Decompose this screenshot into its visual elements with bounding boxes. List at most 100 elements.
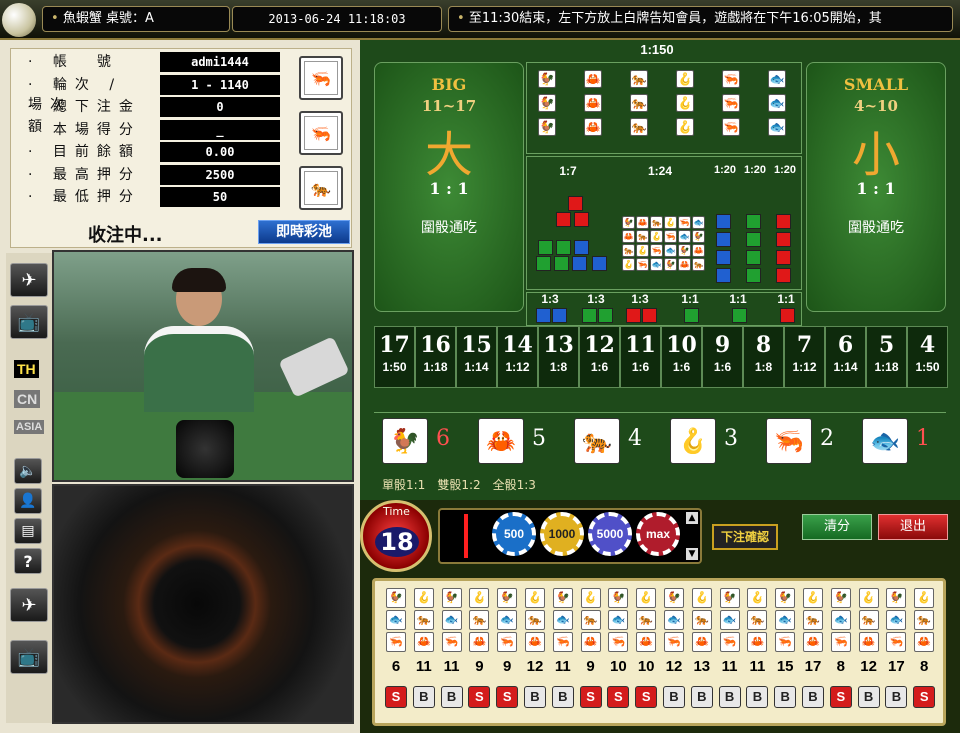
double-die[interactable] [776,232,791,247]
triple-gourd-icon[interactable]: 🪝 [676,118,694,136]
triple-rooster-icon[interactable]: 🐓 [538,94,556,112]
total-bet-4[interactable]: 4 1:50 [907,326,948,388]
combo-die[interactable] [572,256,587,271]
triple-tiger-icon[interactable]: 🐅 [630,94,648,112]
triple-fish-icon[interactable]: 🐟 [768,118,786,136]
total-bet-17[interactable]: 17 1:50 [374,326,415,388]
combo-fish-icon[interactable]: 🐟 [650,258,663,271]
pair-die[interactable] [684,308,699,323]
combo-crab-icon[interactable]: 🦀 [636,216,649,229]
triple-shrimp-icon[interactable]: 🦐 [722,70,740,88]
double-die[interactable] [776,250,791,265]
combo-die[interactable] [556,240,571,255]
combo-die[interactable] [568,196,583,211]
combo-crab-icon[interactable]: 🦀 [678,258,691,271]
triple-bets-area[interactable] [526,62,802,154]
jackpot-button[interactable]: 即時彩池 [258,220,350,244]
airplane-icon[interactable]: ✈ [10,263,48,297]
double-die[interactable] [746,214,761,229]
lang-asia[interactable]: ASIA [14,420,45,434]
total-bet-6[interactable]: 6 1:14 [825,326,866,388]
combo-die[interactable] [556,212,571,227]
scroll-down-icon[interactable]: ▼ [686,548,698,560]
tv-icon-2[interactable]: 📺 [10,640,48,674]
total-bet-9[interactable]: 9 1:6 [702,326,743,388]
triple-gourd-icon[interactable]: 🪝 [676,70,694,88]
total-bet-13[interactable]: 13 1:8 [538,326,579,388]
triple-rooster-icon[interactable]: 🐓 [538,70,556,88]
combo-die[interactable] [592,256,607,271]
double-die[interactable] [716,250,731,265]
combo-shrimp-icon[interactable]: 🦐 [650,244,663,257]
pair-die[interactable] [536,308,551,323]
total-bet-12[interactable]: 12 1:6 [579,326,620,388]
chip-5000[interactable]: 5000 [588,512,632,556]
combo-fish-icon[interactable]: 🐟 [664,244,677,257]
pair-die[interactable] [582,308,597,323]
combo-gourd-icon[interactable]: 🪝 [664,216,677,229]
big-bet-area[interactable]: BIG 11~17 大 1 : 1 圍骰通吃 [374,62,524,312]
combo-tiger-icon[interactable]: 🐅 [622,244,635,257]
confirm-bet-button[interactable]: 下注確認 [712,524,778,550]
chip-1000[interactable]: 1000 [540,512,584,556]
double-die[interactable] [746,250,761,265]
help-icon[interactable]: ? [14,548,42,574]
exit-button[interactable]: 退出 [878,514,948,540]
triple-gourd-icon[interactable]: 🪝 [676,94,694,112]
combo-die[interactable] [574,212,589,227]
triple-crab-icon[interactable]: 🦀 [584,70,602,88]
tv-icon[interactable]: 📺 [10,305,48,339]
total-bet-11[interactable]: 11 1:6 [620,326,661,388]
combo-fish-icon[interactable]: 🐟 [692,216,705,229]
tiger-icon[interactable]: 🐅 [574,418,620,464]
double-die[interactable] [716,214,731,229]
pair-die[interactable] [642,308,657,323]
triple-crab-icon[interactable]: 🦀 [584,118,602,136]
crab-icon[interactable]: 🦀 [478,418,524,464]
triple-tiger-icon[interactable]: 🐅 [630,70,648,88]
airplane-icon-2[interactable]: ✈ [10,588,48,622]
record-icon[interactable]: ▤ [14,518,42,544]
double-die[interactable] [746,232,761,247]
shrimp-icon[interactable]: 🦐 [766,418,812,464]
total-bet-14[interactable]: 14 1:12 [497,326,538,388]
total-bet-15[interactable]: 15 1:14 [456,326,497,388]
total-bet-16[interactable]: 16 1:18 [415,326,456,388]
triple-rooster-icon[interactable]: 🐓 [538,118,556,136]
triple-shrimp-icon[interactable]: 🦐 [722,118,740,136]
combo-rooster-icon[interactable]: 🐓 [692,230,705,243]
chip-max[interactable]: max [636,512,680,556]
double-die[interactable] [746,268,761,283]
clear-button[interactable]: 清分 [802,514,872,540]
combo-shrimp-icon[interactable]: 🦐 [678,216,691,229]
combo-gourd-icon[interactable]: 🪝 [622,258,635,271]
combo-tiger-icon[interactable]: 🐅 [692,258,705,271]
combo-gourd-icon[interactable]: 🪝 [650,230,663,243]
triple-fish-icon[interactable]: 🐟 [768,70,786,88]
combo-rooster-icon[interactable]: 🐓 [622,216,635,229]
double-die[interactable] [716,232,731,247]
avatar-icon[interactable]: 👤 [14,488,42,514]
triple-tiger-icon[interactable]: 🐅 [630,118,648,136]
double-die[interactable] [776,214,791,229]
combo-tiger-icon[interactable]: 🐅 [636,230,649,243]
combo-shrimp-icon[interactable]: 🦐 [664,230,677,243]
double-die[interactable] [776,268,791,283]
pair-die[interactable] [552,308,567,323]
combo-die[interactable] [554,256,569,271]
combo-die[interactable] [538,240,553,255]
sound-icon[interactable]: 🔈 [14,458,42,484]
lang-th[interactable]: TH [14,360,39,378]
combo-die[interactable] [574,240,589,255]
total-bet-7[interactable]: 7 1:12 [784,326,825,388]
shrimp-bet-icon[interactable]: 🦐 [299,56,343,100]
combo-rooster-icon[interactable]: 🐓 [678,244,691,257]
triple-crab-icon[interactable]: 🦀 [584,94,602,112]
fish-icon[interactable]: 🐟 [862,418,908,464]
small-bet-area[interactable]: SMALL 4~10 小 1 : 1 圍骰通吃 [806,62,946,312]
chip-500[interactable]: 500 [492,512,536,556]
triple-fish-icon[interactable]: 🐟 [768,94,786,112]
combo-shrimp-icon[interactable]: 🦐 [636,258,649,271]
combo-rooster-icon[interactable]: 🐓 [664,258,677,271]
gourd-icon[interactable]: 🪝 [670,418,716,464]
